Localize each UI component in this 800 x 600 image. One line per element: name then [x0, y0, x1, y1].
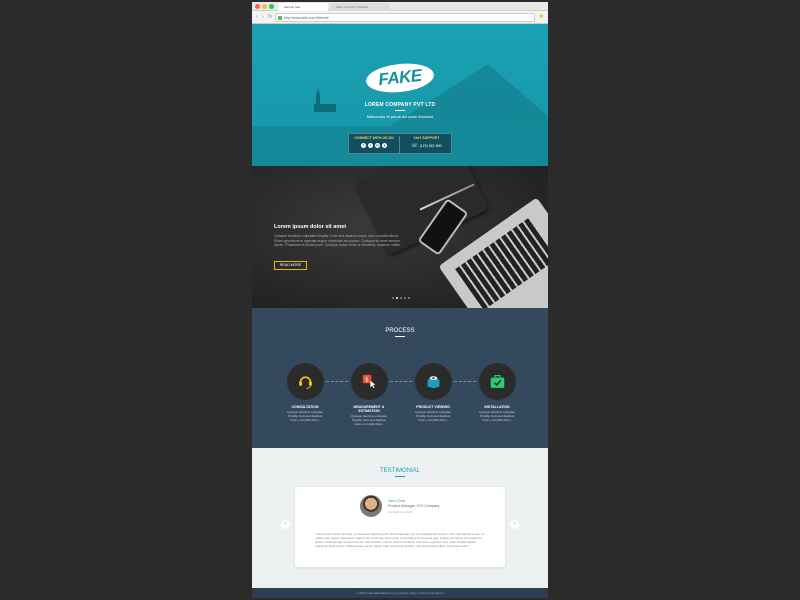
- facebook-icon[interactable]: f: [361, 143, 366, 148]
- slider-dot[interactable]: [392, 297, 394, 299]
- process-section: PROCESS CONSULTATION Quisque faucibus vu…: [252, 308, 548, 448]
- phone-icon: ☏: [411, 143, 418, 149]
- phone-number: (123) 567-890: [419, 144, 442, 148]
- logo-text: FAKE: [377, 65, 423, 90]
- step-description: Quisque faucibus vulputate fringilla. Du…: [350, 414, 388, 426]
- url-text: http://www.fake.com/Website: [284, 16, 329, 20]
- forward-icon[interactable]: ›: [262, 14, 264, 21]
- footer: © 2016 www.fakewebsite.com | privacy pol…: [252, 588, 548, 598]
- support-contact: 24x7 SUPPORT ☏ (123) 567-890: [401, 136, 452, 153]
- slider-dot[interactable]: [400, 297, 402, 299]
- slider-dot-active[interactable]: [396, 297, 398, 299]
- browser-window: Sample Site Fake Company Website ‹ › ↻ h…: [252, 2, 548, 598]
- slide-title: Lorem ipsum dolor sit amet: [274, 224, 347, 230]
- address-bar-row: ‹ › ↻ http://www.fake.com/Website ★: [252, 11, 548, 24]
- slide-text: Quisque faucibus vulputate fringilla. Du…: [274, 234, 401, 247]
- step-label: PRODUCT VIEWING: [416, 405, 450, 409]
- lock-icon: [278, 16, 282, 20]
- testimonial-title: TESTIMONIAL: [379, 468, 420, 474]
- step-icon-circle: [414, 363, 452, 400]
- close-window-icon[interactable]: [255, 4, 260, 9]
- phone-row[interactable]: ☏ (123) 567-890: [401, 143, 452, 149]
- hero-section: FAKE LOREM COMPANY PVT LTD Maecenas et p…: [252, 24, 548, 166]
- company-name: LOREM COMPANY PVT LTD: [364, 102, 436, 108]
- maximize-window-icon[interactable]: [269, 4, 274, 9]
- testimonial-next-button[interactable]: ›: [510, 520, 519, 529]
- divider: [395, 110, 405, 111]
- avatar: [360, 495, 382, 517]
- svg-text:$: $: [365, 377, 369, 384]
- step-label: CONSULTATION: [291, 405, 319, 409]
- step-description: Quisque faucibus vulputate fringilla. Du…: [478, 410, 516, 422]
- reload-icon[interactable]: ↻: [268, 14, 272, 21]
- contact-box: CONNECT WITH US ON f t in g 24x7 SUPPORT…: [348, 133, 452, 154]
- read-more-button[interactable]: READ MORE: [274, 261, 307, 270]
- testimonial-section: TESTIMONIAL ‹ John Doe Product Manager, …: [252, 448, 548, 588]
- browser-tab-active[interactable]: Sample Site: [278, 3, 328, 11]
- hero-slider: Lorem ipsum dolor sit amet Quisque fauci…: [252, 166, 548, 308]
- social-links: f t in g: [349, 143, 399, 148]
- testimonial-role: Product Manager, XYZ Company: [388, 504, 440, 508]
- testimonial-date: 1st February 2016: [388, 510, 413, 514]
- box-eye-icon: [427, 376, 439, 389]
- url-input[interactable]: http://www.fake.com/Website: [275, 13, 535, 22]
- step-description: Quisque faucibus vulputate fringilla. Du…: [414, 410, 452, 422]
- divider: [395, 336, 405, 337]
- step-icon-circle: $: [350, 363, 388, 400]
- slider-dot[interactable]: [408, 297, 410, 299]
- headset-icon: [298, 376, 312, 389]
- step-label: MEASUREMENT & ESTIMATION: [353, 405, 385, 413]
- divider: [395, 476, 405, 477]
- bookmark-star-icon[interactable]: ★: [539, 13, 544, 21]
- slider-dot[interactable]: [404, 297, 406, 299]
- testimonial-quote: "Lorem ipsum dolor sit amet, consectetur…: [315, 532, 485, 548]
- step-label: INSTALLATION: [484, 405, 510, 409]
- testimonial-card: John Doe Product Manager, XYZ Company 1s…: [295, 487, 505, 567]
- google-plus-icon[interactable]: g: [382, 143, 387, 148]
- linkedin-icon[interactable]: in: [375, 143, 380, 148]
- support-heading: 24x7 SUPPORT: [413, 136, 440, 140]
- process-title: PROCESS: [385, 328, 415, 334]
- social-connect: CONNECT WITH US ON f t in g: [349, 136, 400, 153]
- price-tag-icon: $: [362, 374, 375, 389]
- social-heading: CONNECT WITH US ON: [354, 136, 394, 140]
- slider-pagination: [392, 297, 410, 299]
- back-icon[interactable]: ‹: [256, 14, 258, 21]
- testimonial-prev-button[interactable]: ‹: [281, 520, 290, 529]
- process-step-product-viewing: PRODUCT VIEWING Quisque faucibus vulputa…: [408, 363, 458, 422]
- process-step-measurement: $ MEASUREMENT & ESTIMATION Quisque fauci…: [344, 363, 394, 426]
- step-icon-circle: [286, 363, 324, 400]
- twitter-icon[interactable]: t: [368, 143, 373, 148]
- process-step-consultation: CONSULTATION Quisque faucibus vulputate …: [280, 363, 330, 422]
- step-description: Quisque faucibus vulputate fringilla. Du…: [286, 410, 324, 422]
- step-icon-circle: [478, 363, 516, 400]
- process-step-installation: INSTALLATION Quisque faucibus vulputate …: [472, 363, 522, 422]
- footer-text: © 2016 www.fakewebsite.com | privacy pol…: [356, 591, 444, 595]
- briefcase-check-icon: [490, 374, 504, 388]
- testimonial-name: John Doe: [388, 498, 406, 503]
- browser-titlebar: Sample Site Fake Company Website: [252, 2, 548, 11]
- minimize-window-icon[interactable]: [262, 4, 267, 9]
- company-tagline: Maecenas et purus leo proin tincidunt: [366, 114, 434, 119]
- browser-tab-inactive[interactable]: Fake Company Website: [330, 3, 390, 11]
